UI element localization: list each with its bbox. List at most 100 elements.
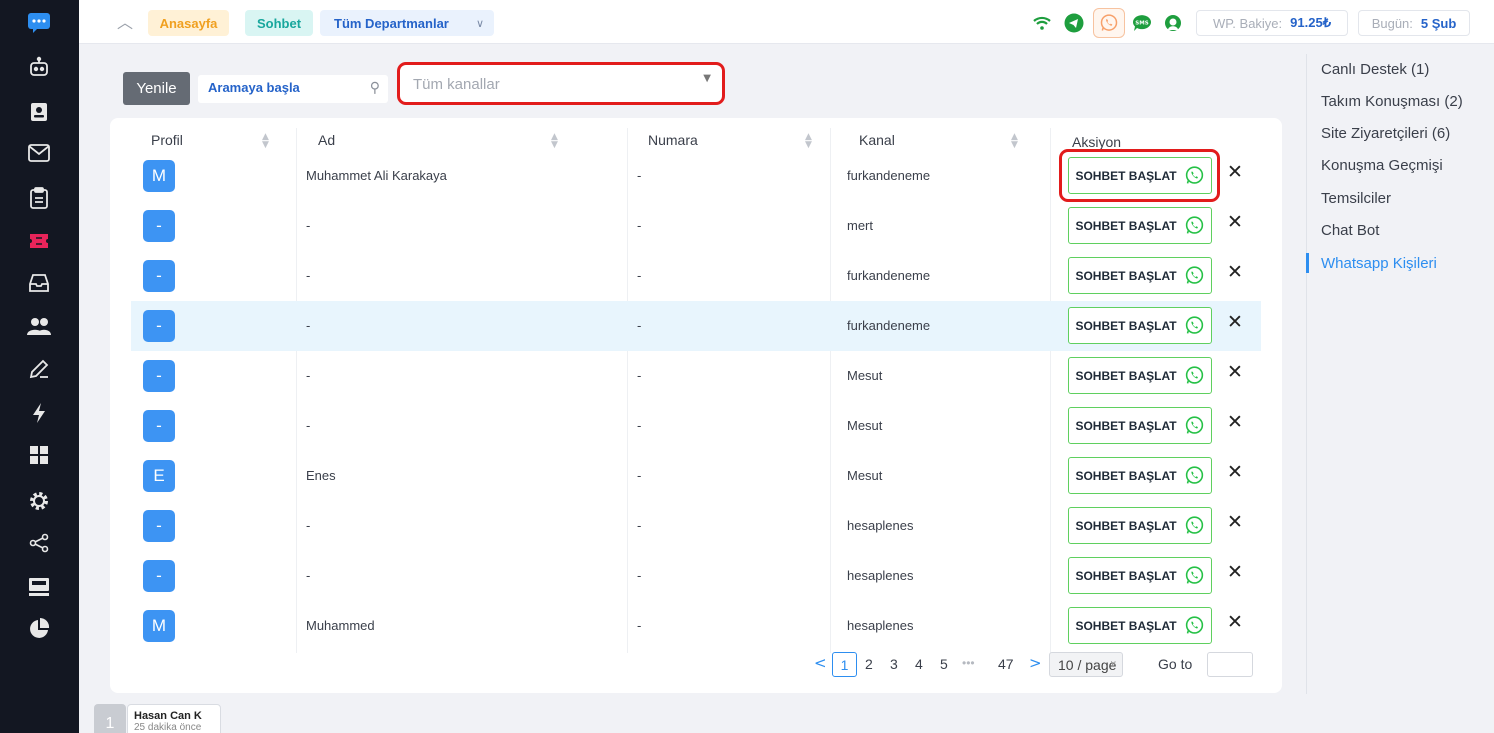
- mini-chat-name: Hasan Can K: [134, 710, 202, 722]
- page-size-select[interactable]: 10 / page ∨: [1049, 652, 1123, 677]
- page-size-value: 10 / page: [1058, 656, 1117, 673]
- table-row[interactable]: - - - hesaplenes SOHBET BAŞLAT ✕: [131, 551, 1261, 601]
- table-row[interactable]: - - - Mesut SOHBET BAŞLAT ✕: [131, 401, 1261, 451]
- channel-select[interactable]: Tüm kanallar ▼: [397, 62, 725, 105]
- page-button-4[interactable]: 4: [915, 656, 923, 672]
- wifi-icon[interactable]: [1031, 12, 1053, 34]
- contact-name: -: [306, 518, 311, 533]
- table-row[interactable]: - - - furkandeneme SOHBET BAŞLAT ✕: [131, 301, 1261, 351]
- subnav-item-chat-bot[interactable]: Chat Bot: [1321, 222, 1379, 239]
- sort-icon[interactable]: ▲ ▼: [551, 133, 558, 150]
- monitor-icon[interactable]: [26, 574, 52, 600]
- contact-number: -: [637, 268, 642, 283]
- ticket-icon[interactable]: [26, 228, 52, 254]
- whatsapp-icon[interactable]: [1093, 8, 1125, 38]
- sms-label: SMS: [1135, 21, 1148, 27]
- mini-chat-card[interactable]: 1 Hasan Can K 25 dakika önce: [94, 704, 221, 733]
- avatar: M: [143, 610, 175, 642]
- close-icon[interactable]: ✕: [1227, 411, 1243, 433]
- bolt-icon[interactable]: [26, 400, 52, 426]
- close-icon[interactable]: ✕: [1227, 311, 1243, 333]
- close-icon[interactable]: ✕: [1227, 211, 1243, 233]
- close-icon[interactable]: ✕: [1227, 511, 1243, 533]
- start-chat-button[interactable]: SOHBET BAŞLAT: [1068, 307, 1212, 344]
- whatsapp-icon: [1184, 365, 1205, 386]
- telegram-icon[interactable]: [1063, 12, 1085, 34]
- table-row[interactable]: - - - Mesut SOHBET BAŞLAT ✕: [131, 351, 1261, 401]
- mail-icon[interactable]: [26, 140, 52, 166]
- start-chat-button[interactable]: SOHBET BAŞLAT: [1068, 207, 1212, 244]
- settings-icon[interactable]: [26, 488, 52, 514]
- search-icon[interactable]: ⚲: [370, 80, 380, 96]
- page-button-last[interactable]: 47: [998, 656, 1014, 672]
- prev-page-icon[interactable]: <: [814, 654, 827, 672]
- sort-icon[interactable]: ▲ ▼: [805, 133, 812, 150]
- start-chat-button[interactable]: SOHBET BAŞLAT: [1068, 607, 1212, 644]
- subnav-item-whatsapp-contacts[interactable]: Whatsapp Kişileri: [1321, 255, 1437, 272]
- chat-tab-button[interactable]: Sohbet: [245, 10, 313, 36]
- subnav-item-agents[interactable]: Temsilciler: [1321, 190, 1391, 207]
- contact-card-icon[interactable]: [26, 99, 52, 125]
- department-select[interactable]: Tüm Departmanlar ∨: [320, 10, 494, 36]
- clipboard-icon[interactable]: [26, 185, 52, 211]
- subnav-item-team-chat[interactable]: Takım Konuşması (2): [1321, 93, 1463, 110]
- close-icon[interactable]: ✕: [1227, 161, 1243, 183]
- users-icon[interactable]: [26, 313, 52, 339]
- table-row[interactable]: E Enes - Mesut SOHBET BAŞLAT ✕: [131, 451, 1261, 501]
- refresh-button[interactable]: Yenile: [123, 72, 190, 105]
- wp-balance: WP. Bakiye: 91.25₺: [1196, 10, 1348, 36]
- sort-icon[interactable]: ▲ ▼: [1011, 133, 1018, 150]
- search-input[interactable]: [208, 80, 358, 95]
- chevron-up-icon[interactable]: ︿: [117, 9, 133, 33]
- avatar: -: [143, 260, 175, 292]
- page-button-1[interactable]: 1: [832, 652, 857, 677]
- chat-bubble-icon[interactable]: [26, 10, 52, 36]
- next-page-icon[interactable]: >: [1029, 654, 1042, 672]
- close-icon[interactable]: ✕: [1227, 361, 1243, 383]
- subnav-item-chat-history[interactable]: Konuşma Geçmişi: [1321, 157, 1443, 174]
- edit-icon[interactable]: [26, 356, 52, 382]
- contact-channel: hesaplenes: [847, 568, 914, 583]
- pie-chart-icon[interactable]: [26, 616, 52, 642]
- home-button[interactable]: Anasayfa: [148, 10, 229, 36]
- robot-chat-icon[interactable]: [26, 54, 52, 80]
- table-row[interactable]: - - - hesaplenes SOHBET BAŞLAT ✕: [131, 501, 1261, 551]
- whatsapp-icon: [1184, 215, 1205, 236]
- table-row[interactable]: M Muhammed - hesaplenes SOHBET BAŞLAT ✕: [131, 601, 1261, 651]
- close-icon[interactable]: ✕: [1227, 461, 1243, 483]
- share-icon[interactable]: [26, 530, 52, 556]
- column-header-action: Aksiyon: [1072, 134, 1122, 150]
- start-chat-button[interactable]: SOHBET BAŞLAT: [1068, 507, 1212, 544]
- today-label: Bugün:: [1371, 15, 1413, 31]
- mini-chat-time: 25 dakika önce: [134, 722, 202, 733]
- page-ellipsis[interactable]: •••: [962, 656, 975, 670]
- sms-icon[interactable]: SMS: [1131, 12, 1153, 34]
- grid-icon[interactable]: [26, 442, 52, 468]
- avatar: -: [143, 410, 175, 442]
- start-chat-button[interactable]: SOHBET BAŞLAT: [1068, 357, 1212, 394]
- avatar: -: [143, 310, 175, 342]
- sort-icon[interactable]: ▲ ▼: [262, 133, 269, 150]
- page-button-5[interactable]: 5: [940, 656, 948, 672]
- start-chat-button[interactable]: SOHBET BAŞLAT: [1068, 257, 1212, 294]
- contact-number: -: [637, 568, 642, 583]
- page-button-2[interactable]: 2: [865, 656, 873, 672]
- inbox-icon[interactable]: [26, 270, 52, 296]
- start-chat-button[interactable]: SOHBET BAŞLAT: [1068, 407, 1212, 444]
- support-icon[interactable]: [1162, 12, 1184, 34]
- close-icon[interactable]: ✕: [1227, 261, 1243, 283]
- department-label: Tüm Departmanlar: [334, 15, 449, 31]
- close-icon[interactable]: ✕: [1227, 611, 1243, 633]
- table-row[interactable]: - - - furkandeneme SOHBET BAŞLAT ✕: [131, 251, 1261, 301]
- subnav-item-live-support[interactable]: Canlı Destek (1): [1321, 61, 1429, 78]
- mini-chat-avatar: 1: [94, 704, 126, 733]
- subnav-item-site-visitors[interactable]: Site Ziyaretçileri (6): [1321, 125, 1450, 142]
- column-header-profile: Profil: [151, 132, 183, 148]
- table-row[interactable]: - - - mert SOHBET BAŞLAT ✕: [131, 201, 1261, 251]
- close-icon[interactable]: ✕: [1227, 561, 1243, 583]
- start-chat-button[interactable]: SOHBET BAŞLAT: [1068, 457, 1212, 494]
- contact-name: -: [306, 418, 311, 433]
- page-button-3[interactable]: 3: [890, 656, 898, 672]
- start-chat-button[interactable]: SOHBET BAŞLAT: [1068, 557, 1212, 594]
- goto-input[interactable]: [1207, 652, 1253, 677]
